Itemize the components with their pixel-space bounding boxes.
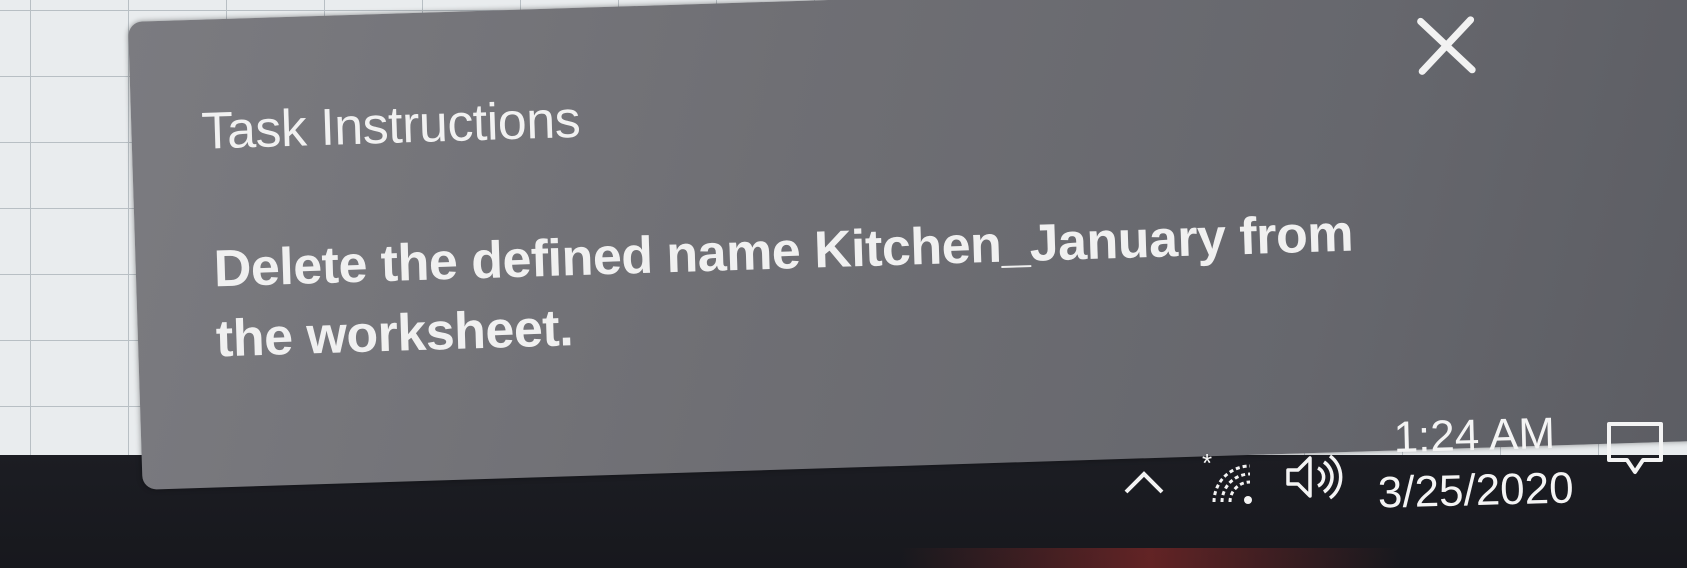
network-button[interactable]: *: [1200, 448, 1260, 508]
clock-date: 3/25/2020: [1377, 463, 1575, 518]
taskbar-clock[interactable]: 1:24 AM 3/25/2020: [1374, 405, 1577, 520]
svg-text:*: *: [1202, 448, 1212, 478]
action-center-button[interactable]: [1603, 418, 1667, 482]
dialog-title: Task Instructions: [200, 90, 581, 161]
close-icon: [1417, 16, 1476, 75]
volume-icon: [1286, 454, 1343, 500]
notification-icon: [1607, 422, 1663, 474]
clock-time: 1:24 AM: [1392, 408, 1556, 463]
chevron-up-icon: [1124, 471, 1164, 494]
close-button[interactable]: [1410, 10, 1482, 82]
taskbar-app-highlight: [900, 548, 1400, 568]
show-hidden-icons-button[interactable]: [1122, 466, 1166, 496]
volume-button[interactable]: [1284, 452, 1344, 502]
instruction-text: Delete the defined name Kitchen_January …: [212, 204, 1354, 369]
network-icon: *: [1202, 448, 1252, 504]
